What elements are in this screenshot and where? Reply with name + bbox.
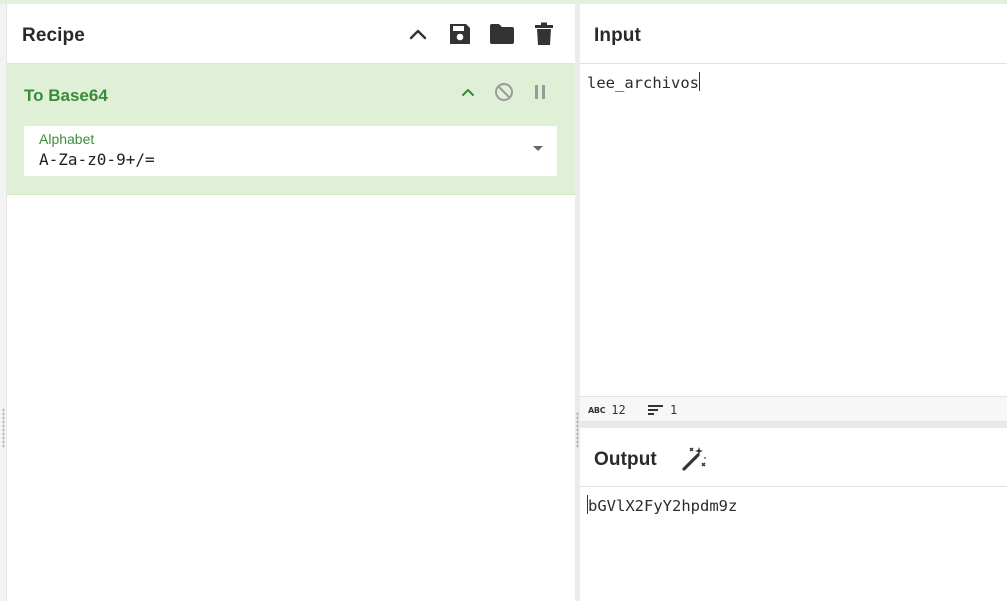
length-stat: ABC 12 (588, 403, 626, 417)
length-value: 12 (611, 403, 626, 417)
operation-controls (457, 81, 551, 103)
alphabet-label: Alphabet (39, 131, 95, 147)
alphabet-value: A-Za-z0-9+/= (39, 150, 155, 169)
lines-stat: 1 (648, 403, 677, 417)
lines-value: 1 (670, 403, 678, 417)
divider-grip[interactable] (576, 412, 579, 448)
recipe-header: Recipe (7, 4, 575, 64)
dropdown-caret-icon[interactable] (533, 146, 543, 151)
folder-icon (490, 24, 514, 44)
gutter-grip[interactable] (2, 408, 5, 448)
recipe-toolbar (405, 21, 557, 47)
left-resize-gutter[interactable] (0, 4, 7, 601)
output-text: bGVlX2FyY2hpdm9z (588, 497, 738, 515)
disable-icon (495, 83, 513, 101)
output-title: Output (594, 449, 657, 470)
output-header: Output (580, 428, 1007, 487)
save-recipe-button[interactable] (447, 21, 473, 47)
operation-title: To Base64 (24, 86, 108, 105)
io-panel: Input lee_archivos ABC 12 1 Output bGVlX… (580, 4, 1007, 601)
lines-icon (648, 405, 663, 415)
magic-wand-icon (682, 447, 706, 471)
disable-operation-button[interactable] (493, 81, 515, 103)
pause-operation-button[interactable] (529, 81, 551, 103)
magic-button[interactable] (680, 445, 708, 473)
clear-recipe-button[interactable] (531, 21, 557, 47)
recipe-title: Recipe (22, 25, 85, 46)
operation-to-base64[interactable]: To Base64 Alphabet A-Za-z0-9+/= (7, 64, 575, 195)
input-status-bar: ABC 12 1 (580, 396, 1007, 422)
chevron-up-icon (409, 29, 427, 40)
alphabet-select[interactable]: Alphabet A-Za-z0-9+/= (24, 126, 557, 176)
trash-icon (535, 22, 553, 45)
collapse-operation-button[interactable] (457, 81, 479, 103)
recipe-panel: Recipe To Base64 Alphabet A-Za-z0-9+/= (7, 4, 575, 601)
text-cursor (698, 72, 700, 91)
text-length-icon: ABC (588, 405, 606, 415)
input-title: Input (594, 25, 641, 46)
save-icon (450, 24, 470, 44)
input-text: lee_archivos (587, 74, 699, 92)
chevron-up-icon (462, 89, 474, 96)
output-textarea[interactable]: bGVlX2FyY2hpdm9z (580, 487, 1007, 601)
input-textarea[interactable]: lee_archivos (580, 64, 1007, 396)
pause-icon (535, 85, 545, 99)
collapse-all-button[interactable] (405, 21, 431, 47)
load-recipe-button[interactable] (489, 21, 515, 47)
output-text-line: bGVlX2FyY2hpdm9z (587, 495, 737, 515)
input-text-line: lee_archivos (587, 72, 700, 92)
input-header: Input (580, 4, 1007, 64)
